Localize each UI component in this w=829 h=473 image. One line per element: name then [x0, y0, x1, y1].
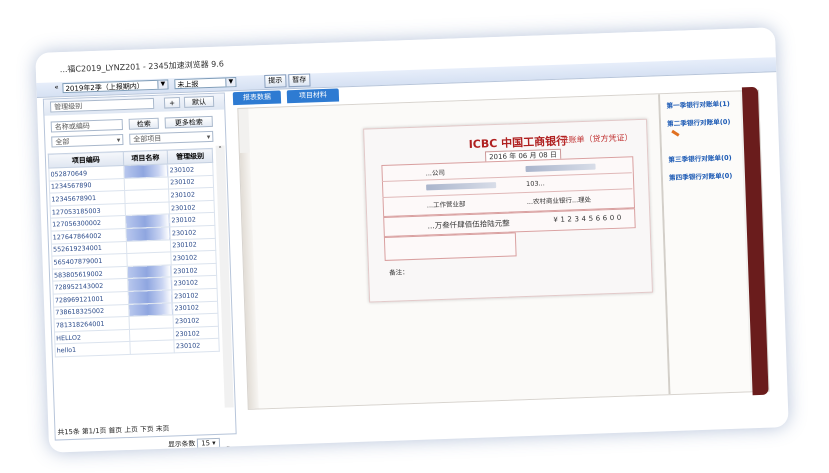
pencil-icon: [671, 129, 680, 137]
pager: 共15条 第1/1页 首页 上页 下页 末页 显示条数 15 ▾: [57, 421, 220, 453]
receipt-title: 进账单（贷方凭证）: [560, 133, 633, 145]
chevron-down-icon: ▼: [225, 78, 236, 87]
cell-code: hello1: [54, 341, 130, 357]
cell-level: 230102: [174, 338, 220, 353]
manage-level-bar: 管理级别 + 默认: [43, 93, 225, 116]
link-q3-statement[interactable]: 第三季银行对账单(0): [668, 152, 732, 164]
more-search-button[interactable]: 更多检索: [164, 115, 213, 129]
filter-items-select[interactable]: 全部项目 ▾: [129, 130, 214, 145]
page-size-value: 15: [201, 439, 211, 448]
tab-project-materials[interactable]: 项目材料: [286, 88, 340, 104]
default-button[interactable]: 默认: [183, 95, 215, 108]
document-viewer: ICBC 中国工商银行 进账单（贷方凭证） 2016 年 06 月 08 日 .…: [237, 86, 770, 410]
scroll-up-icon[interactable]: ˄: [218, 146, 222, 154]
search-input[interactable]: 名称或编码: [50, 119, 123, 133]
save-draft-button[interactable]: 暂存: [288, 73, 311, 88]
payee-account: 103...: [525, 179, 545, 188]
tab-report-data[interactable]: 报表数据: [232, 90, 282, 106]
search-button[interactable]: 检索: [128, 117, 159, 130]
page-size-select[interactable]: 15 ▾: [197, 437, 220, 449]
bank-receipt-image: ICBC 中国工商银行 进账单（贷方凭证） 2016 年 06 月 08 日 .…: [363, 118, 653, 303]
project-list-panel: 管理级别 + 默认 名称或编码 检索 更多检索 全部 ▾ 全部项目 ▾ 项目编码…: [42, 92, 237, 453]
app-window: ...福C2019_LYNZ201 - 2345加速浏览器 9.6 « 2019…: [35, 27, 789, 453]
payer-company: ...公司: [425, 168, 446, 178]
cell-name: [129, 340, 175, 355]
chevron-down-icon: ▾: [212, 438, 216, 448]
project-table-body: 052870649...区...230102123456789023010212…: [48, 162, 220, 357]
table-scrollbar[interactable]: ˄: [215, 145, 234, 408]
manage-level-field[interactable]: 管理级别: [49, 97, 155, 113]
report-status-value: 未上报: [177, 80, 199, 90]
add-button[interactable]: +: [163, 97, 181, 109]
pager-text: 共15条 第1/1页 首页 上页 下页 末页: [57, 424, 170, 437]
scroll-down-icon[interactable]: ˅: [226, 445, 230, 452]
receipt-ticket-box: [383, 232, 517, 261]
chevron-down-icon: ▾: [206, 132, 211, 142]
period-select-value: 2019年2季（上报期内）: [65, 82, 144, 93]
report-status-select[interactable]: 未上报 ▼: [174, 77, 237, 90]
period-select[interactable]: 2019年2季（上报期内） ▼: [62, 79, 169, 94]
link-q1-statement[interactable]: 第一季银行对账单(1): [666, 98, 730, 110]
hint-button[interactable]: 提示: [264, 74, 287, 89]
chevron-down-icon: ▾: [116, 136, 121, 145]
payer-bank: ...工作营业部: [426, 200, 466, 210]
link-q2-statement[interactable]: 第二季银行对账单(0): [667, 116, 731, 128]
project-table: 项目编码 项目名称 管理级别 052870649...区...230102123…: [48, 148, 220, 358]
window-title: ...福C2019_LYNZ201 - 2345加速浏览器 9.6: [59, 59, 225, 75]
book-left-page: ICBC 中国工商银行 进账单（贷方凭证） 2016 年 06 月 08 日 .…: [248, 94, 671, 409]
page-size-label: 显示条数: [167, 439, 196, 449]
receipt-party-box: [381, 156, 636, 217]
filter-all-select[interactable]: 全部 ▾: [51, 134, 124, 148]
receipt-note-label: 备注：: [388, 268, 409, 277]
chevron-down-icon: ▼: [157, 80, 168, 89]
book-right-page: 第一季银行对账单(1) 第二季银行对账单(0) 第三季银行对账单(0) 第四季银…: [660, 91, 751, 395]
link-q4-statement[interactable]: 第四季银行对账单(0): [669, 170, 733, 182]
filter-all-value: 全部: [55, 137, 70, 147]
period-prefix: «: [54, 83, 59, 92]
filter-items-value: 全部项目: [133, 134, 162, 144]
